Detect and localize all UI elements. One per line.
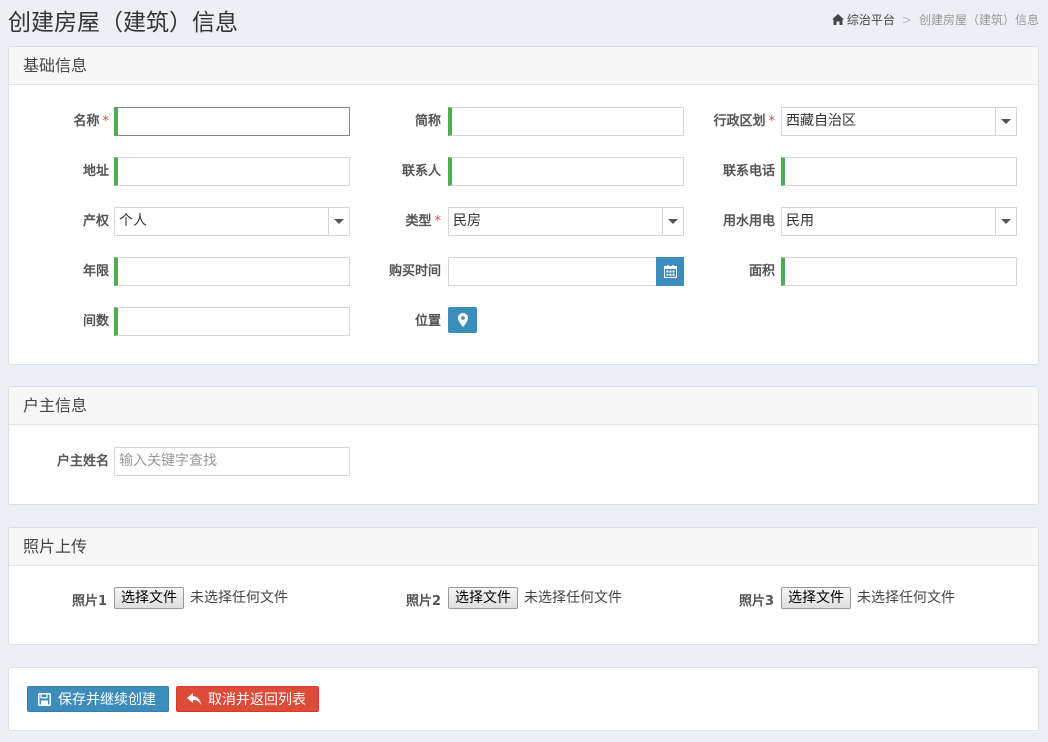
photo1-label: 照片1 — [71, 594, 107, 609]
photo-upload-panel: 照片上传 照片1 选择文件 未选择任何文件 照片2 选择文件 未选择任何文件 照… — [8, 527, 1039, 645]
cancel-return-label: 取消并返回列表 — [208, 692, 306, 708]
utility-select[interactable]: 民用 — [781, 207, 1017, 236]
utility-value: 民用 — [786, 213, 814, 229]
address-label: 地址 — [82, 164, 109, 179]
type-value: 民房 — [453, 213, 481, 229]
save-continue-label: 保存并继续创建 — [58, 692, 156, 708]
area-label: 面积 — [748, 264, 775, 279]
floppy-disk-icon — [38, 692, 51, 706]
name-label: 名称 * — [9, 107, 109, 137]
cancel-return-button[interactable]: 取消并返回列表 — [176, 686, 319, 712]
type-select[interactable]: 民房 — [448, 207, 684, 236]
required-mark: * — [768, 114, 776, 129]
location-button[interactable] — [448, 307, 477, 333]
basic-info-panel: 基础信息 名称 * 简称 行政区划 * 西藏自治区 地址 联系人 联系电话 产权 个… — [8, 46, 1039, 365]
photo3-choose-file-button[interactable]: 选择文件 — [781, 587, 851, 609]
photo1-file-status: 未选择任何文件 — [190, 590, 288, 606]
ownership-label: 产权 — [82, 214, 109, 229]
breadcrumb-home[interactable]: 综治平台 — [831, 11, 895, 28]
phone-label: 联系电话 — [722, 164, 775, 179]
map-marker-icon — [457, 313, 468, 327]
rooms-input[interactable] — [114, 307, 350, 336]
page-title: 创建房屋（建筑）信息 — [8, 10, 238, 36]
area-input[interactable] — [781, 257, 1017, 286]
photo2-choose-file-button[interactable]: 选择文件 — [448, 587, 518, 609]
ownership-select[interactable]: 个人 — [114, 207, 350, 236]
years-label: 年限 — [82, 264, 109, 279]
page-header: 创建房屋（建筑）信息 综治平台 > 创建房屋（建筑）信息 — [0, 0, 1048, 40]
breadcrumb-home-label: 综治平台 — [846, 13, 895, 27]
name-input[interactable] — [114, 107, 350, 136]
type-label: 类型 * — [341, 207, 441, 237]
required-mark: * — [102, 114, 110, 129]
breadcrumb: 综治平台 > 创建房屋（建筑）信息 — [831, 11, 1039, 28]
reply-icon — [187, 693, 201, 705]
ownership-value: 个人 — [119, 213, 147, 229]
address-input[interactable] — [114, 157, 350, 186]
rooms-label: 间数 — [82, 314, 109, 329]
name-label-text: 名称 — [73, 114, 100, 129]
short-name-label: 简称 — [414, 114, 441, 129]
owner-name-label: 户主姓名 — [56, 454, 109, 469]
photo3-file-status: 未选择任何文件 — [857, 590, 955, 606]
contact-label: 联系人 — [401, 164, 441, 179]
required-mark: * — [434, 214, 442, 229]
photo-upload-title: 照片上传 — [9, 528, 1038, 566]
district-value: 西藏自治区 — [786, 113, 856, 129]
phone-input[interactable] — [781, 157, 1017, 186]
photo2-label: 照片2 — [405, 594, 441, 609]
photo1-choose-file-button[interactable]: 选择文件 — [114, 587, 184, 609]
years-input[interactable] — [114, 257, 350, 286]
chevron-down-icon[interactable] — [995, 208, 1016, 235]
photo3-label: 照片3 — [738, 594, 774, 609]
chevron-down-icon[interactable] — [995, 108, 1016, 135]
basic-info-title: 基础信息 — [9, 47, 1038, 85]
district-select[interactable]: 西藏自治区 — [781, 107, 1017, 136]
type-label-text: 类型 — [405, 214, 432, 229]
breadcrumb-current: 创建房屋（建筑）信息 — [918, 13, 1039, 27]
purchase-time-label: 购买时间 — [388, 264, 441, 279]
utility-label: 用水用电 — [722, 214, 775, 229]
purchase-time-input[interactable] — [448, 257, 657, 286]
location-label: 位置 — [414, 314, 441, 329]
breadcrumb-separator: > — [901, 12, 912, 27]
actions-panel: 保存并继续创建 取消并返回列表 — [8, 667, 1039, 731]
short-name-input[interactable] — [448, 107, 684, 136]
save-continue-button[interactable]: 保存并继续创建 — [27, 686, 169, 712]
photo2-file-status: 未选择任何文件 — [524, 590, 622, 606]
district-label-text: 行政区划 — [713, 114, 766, 129]
owner-info-panel: 户主信息 户主姓名 输入关键字查找 — [8, 386, 1039, 505]
owner-info-title: 户主信息 — [9, 387, 1038, 425]
home-icon — [831, 14, 844, 25]
contact-input[interactable] — [448, 157, 684, 186]
owner-search-input[interactable]: 输入关键字查找 — [114, 447, 350, 476]
district-label: 行政区划 * — [675, 107, 775, 137]
